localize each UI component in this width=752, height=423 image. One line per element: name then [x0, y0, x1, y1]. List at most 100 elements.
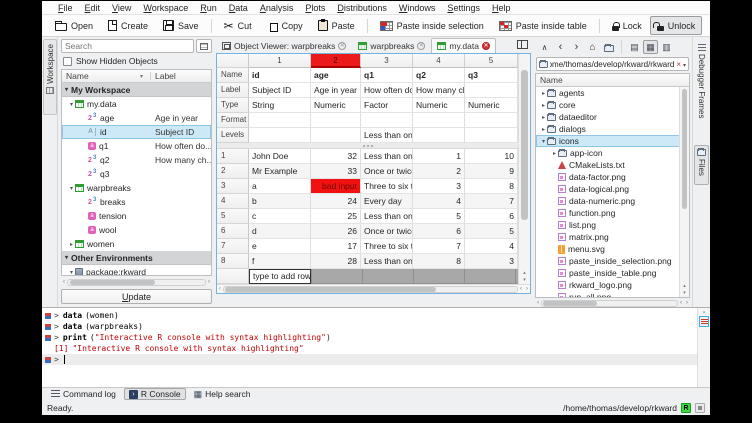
open-button[interactable]: Open — [48, 16, 100, 35]
section-other-environments[interactable]: ▾Other Environments — [62, 251, 211, 265]
chevron-down-icon[interactable] — [683, 59, 686, 69]
back-button[interactable] — [553, 40, 568, 54]
menu-analysis[interactable]: Analysis — [254, 3, 300, 13]
forward-button[interactable] — [569, 40, 584, 54]
name-column-header[interactable]: Name — [536, 74, 689, 87]
table-cell[interactable]: 5 — [413, 209, 465, 224]
tree-item-wool[interactable]: wool — [62, 223, 211, 237]
table-cell[interactable]: 4 — [465, 239, 518, 254]
table-cell[interactable]: Less than onc... — [361, 254, 413, 269]
file-item-menu-svg[interactable]: menu.svg — [536, 243, 689, 255]
column-header[interactable]: 1 — [249, 54, 311, 68]
table-cell[interactable]: Mr Example — [249, 164, 311, 179]
table-cell[interactable]: e — [249, 239, 311, 254]
menu-help[interactable]: Help — [486, 3, 517, 13]
row-number[interactable]: 1 — [217, 149, 249, 164]
file-item[interactable]: function.png — [536, 207, 689, 219]
files-horizontal-scrollbar[interactable]: ‹ ‹› — [535, 299, 690, 307]
show-hidden-checkbox[interactable] — [63, 57, 72, 66]
create-button[interactable]: Create — [101, 16, 155, 35]
file-item-icons[interactable]: ▾icons — [536, 135, 689, 147]
row-number[interactable]: 5 — [217, 209, 249, 224]
split-view-button[interactable] — [517, 39, 528, 49]
table-cell[interactable] — [413, 113, 465, 128]
table-cell[interactable]: Once or twice... — [361, 224, 413, 239]
debugger-frames-dock-tab[interactable]: Debugger Frames — [694, 41, 709, 137]
r-console[interactable]: >data(women) >data(warpbreaks) >print("I… — [42, 307, 710, 387]
table-cell[interactable]: 2 — [413, 164, 465, 179]
expander-icon[interactable]: ▸ — [551, 150, 558, 157]
row-number[interactable]: 2 — [217, 164, 249, 179]
stop-engine-button[interactable] — [695, 403, 705, 413]
file-item[interactable]: data-numeric.png — [536, 195, 689, 207]
expander-icon[interactable]: ▸ — [540, 90, 547, 97]
table-cell[interactable]: 7 — [413, 239, 465, 254]
table-cell[interactable]: 8 — [465, 179, 518, 194]
tree-item-warpbreaks[interactable]: ▾warpbreaks — [62, 181, 211, 195]
file-item[interactable]: data-factor.png — [536, 171, 689, 183]
table-cell[interactable]: d — [249, 224, 311, 239]
table-cell[interactable]: 17 — [311, 239, 361, 254]
column-header-selected[interactable]: 2 — [311, 54, 361, 68]
table-cell[interactable]: Once or twice... — [361, 164, 413, 179]
table-cell[interactable] — [249, 128, 311, 143]
table-cell[interactable]: Numeric — [413, 98, 465, 113]
tree-view-button[interactable] — [643, 40, 658, 54]
table-cell[interactable] — [361, 113, 413, 128]
row-number[interactable]: 3 — [217, 179, 249, 194]
table-cell[interactable]: q1 — [361, 68, 413, 83]
scroll-up-icon[interactable]: ▴ — [680, 283, 689, 289]
table-horizontal-scrollbar[interactable]: ‹ ‹› — [217, 284, 530, 293]
expander-icon[interactable]: ▸ — [540, 114, 547, 121]
table-cell[interactable]: 8 — [413, 254, 465, 269]
file-item[interactable]: rkward_logo.png — [536, 279, 689, 291]
table-cell[interactable]: Numeric — [465, 98, 518, 113]
table-cell[interactable]: Three to six ti... — [361, 239, 413, 254]
update-button[interactable]: Update — [61, 289, 212, 304]
menu-file[interactable]: File — [52, 3, 79, 13]
menu-edit[interactable]: Edit — [79, 3, 107, 13]
paste-inside-selection-button[interactable]: Paste inside selection — [373, 16, 491, 35]
copy-button[interactable]: Copy — [260, 16, 310, 35]
path-text[interactable]: home/thomas/develop/rkward/rkward/ — [550, 60, 674, 69]
file-item-dataeditor[interactable]: ▸dataeditor — [536, 111, 689, 123]
tab-mydata[interactable]: my.data✕ — [431, 38, 496, 53]
close-icon[interactable]: ✕ — [417, 42, 425, 50]
paste-inside-table-button[interactable]: Paste inside table — [492, 16, 594, 35]
tree-item-q2[interactable]: q2How many ch... — [62, 153, 211, 167]
column-header[interactable]: 5 — [465, 54, 518, 68]
table-cell[interactable]: 6 — [465, 209, 518, 224]
table-cell[interactable]: b — [249, 194, 311, 209]
tree-header[interactable]: Name ▾ Label — [62, 70, 211, 83]
close-modified-icon[interactable]: ✕ — [482, 42, 490, 50]
scroll-up-icon[interactable]: ▴ — [698, 309, 710, 315]
help-search-tab[interactable]: Help search — [189, 388, 256, 400]
menu-data[interactable]: Data — [223, 3, 254, 13]
column-header[interactable]: 3 — [361, 54, 413, 68]
row-number[interactable]: 7 — [217, 239, 249, 254]
file-item-dialogs[interactable]: ▸dialogs — [536, 123, 689, 135]
search-options-button[interactable] — [196, 39, 212, 53]
table-cell[interactable]: 3 — [465, 254, 518, 269]
label-column-header[interactable]: Label — [155, 71, 176, 81]
scrollbar-track[interactable] — [67, 279, 206, 286]
table-cell[interactable]: id — [249, 68, 311, 83]
bad-input-cell[interactable]: bad input — [311, 179, 361, 194]
scrollbar-thumb[interactable] — [225, 287, 436, 292]
file-item[interactable]: data-logical.png — [536, 183, 689, 195]
scrollbar-track[interactable] — [223, 286, 518, 293]
minimap-thumb[interactable] — [699, 316, 709, 327]
table-cell[interactable] — [249, 113, 311, 128]
tree-item-breaks[interactable]: breaks — [62, 195, 211, 209]
table-cell[interactable]: Subject ID — [249, 83, 311, 98]
up-button[interactable] — [537, 40, 552, 54]
expander-icon[interactable]: ▾ — [68, 269, 75, 276]
table-cell[interactable] — [465, 83, 518, 98]
scroll-right-icon[interactable]: › — [524, 286, 530, 292]
table-cell[interactable]: Three to six ti... — [361, 179, 413, 194]
scroll-down-icon[interactable]: ▾ — [519, 277, 530, 283]
tab-warpbreaks[interactable]: warpbreaks✕ — [352, 38, 431, 53]
new-folder-button[interactable] — [601, 40, 616, 54]
table-cell[interactable]: age — [311, 68, 361, 83]
table-cell[interactable]: John Doe — [249, 149, 311, 164]
